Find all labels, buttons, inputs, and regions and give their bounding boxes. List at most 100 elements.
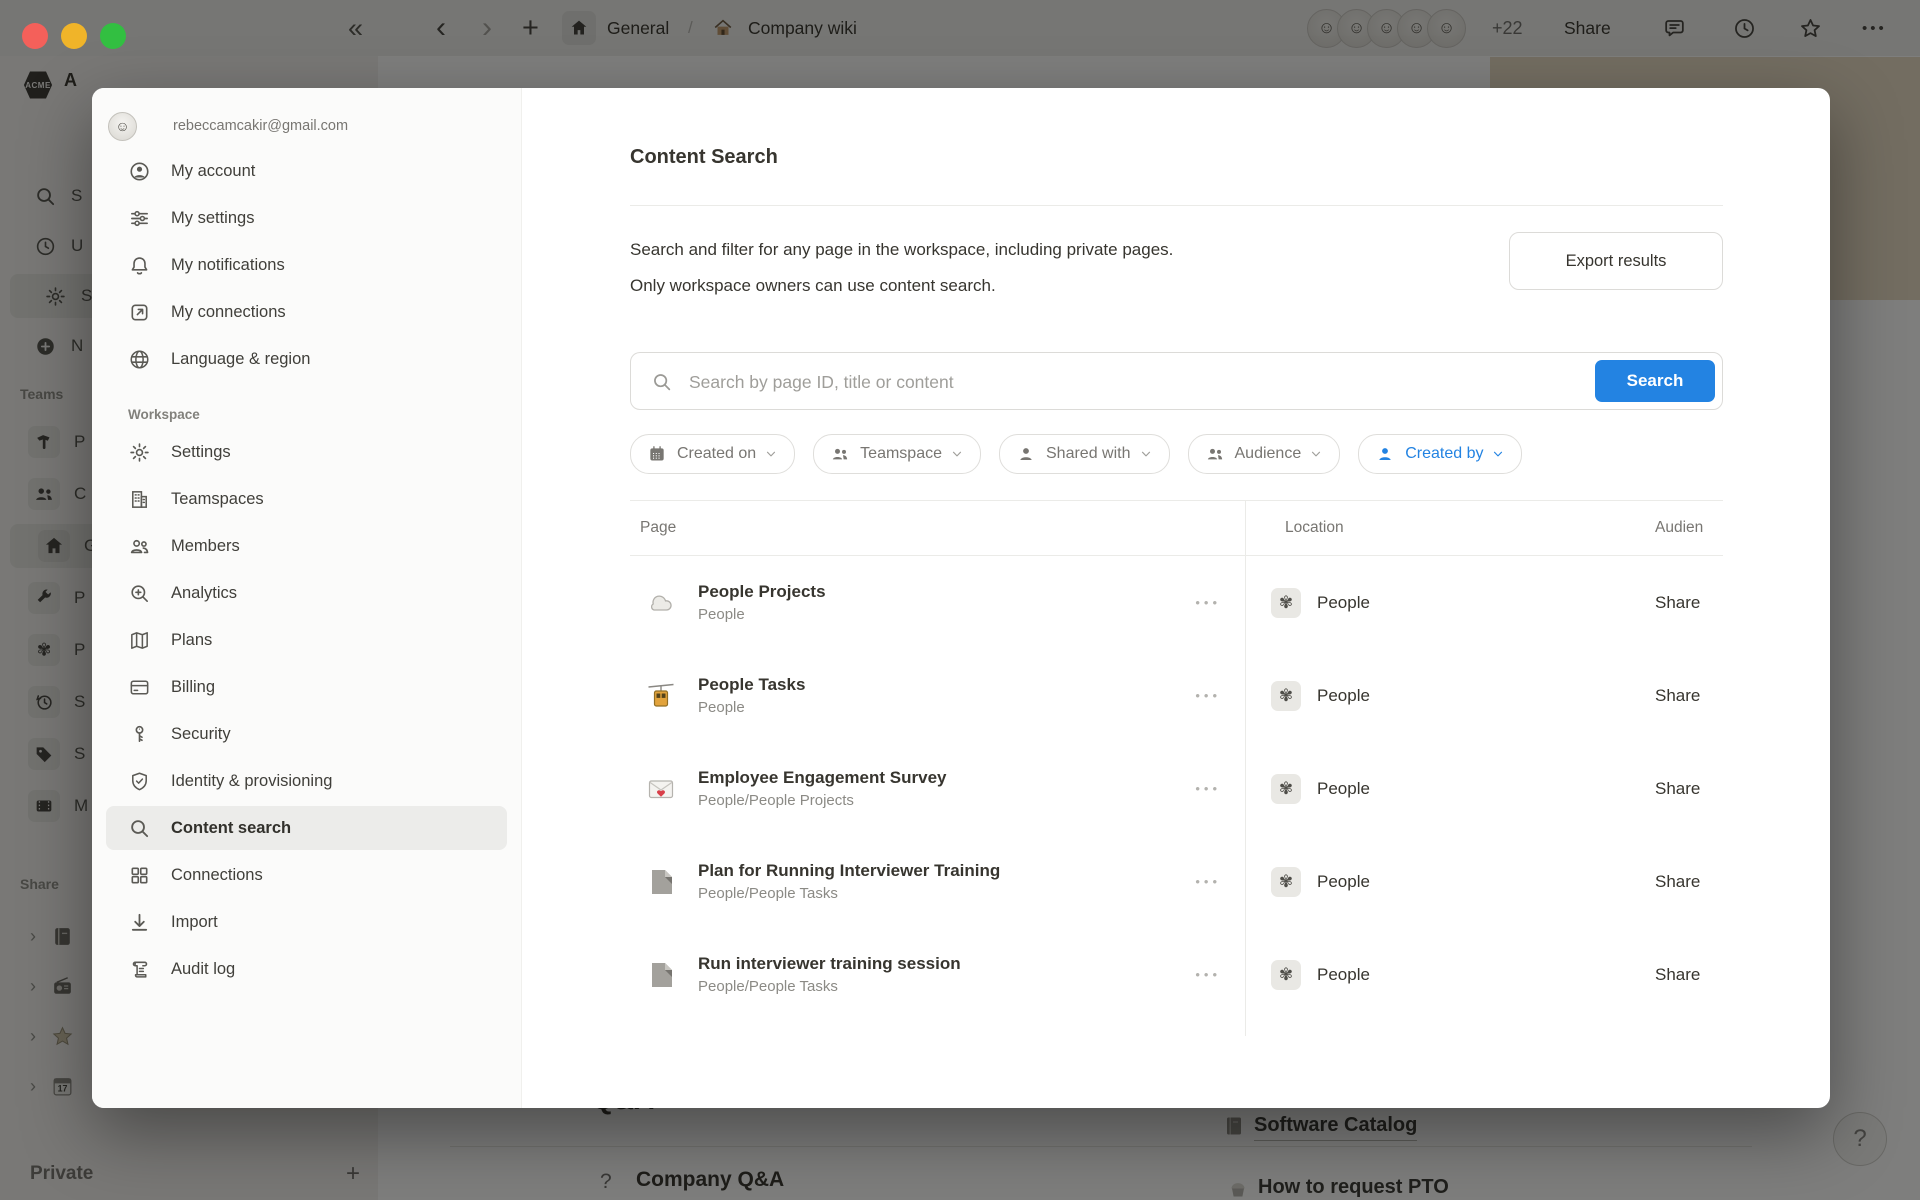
minimize-window-button[interactable] bbox=[61, 23, 87, 49]
settings-nav-item-label: Plans bbox=[171, 631, 212, 650]
filter-chip[interactable]: Created on bbox=[630, 434, 795, 474]
close-window-button[interactable] bbox=[22, 23, 48, 49]
filter-chip[interactable]: Shared with bbox=[999, 434, 1170, 474]
table-row[interactable]: Plan for Running Interviewer Training Pe… bbox=[630, 835, 1723, 928]
export-results-button[interactable]: Export results bbox=[1509, 232, 1723, 290]
settings-nav-item[interactable]: My settings bbox=[106, 196, 507, 240]
page-title-cell[interactable]: Plan for Running Interviewer Training bbox=[698, 861, 1000, 881]
settings-sidebar: ☺ rebeccamcakir@gmail.com My account My … bbox=[92, 88, 522, 1108]
page-title: Content Search bbox=[630, 146, 1723, 169]
search-input[interactable] bbox=[687, 354, 1591, 410]
column-header-location[interactable]: Location bbox=[1245, 519, 1640, 537]
chevron-down-icon bbox=[950, 447, 964, 461]
location-cell: ✾ People bbox=[1245, 588, 1640, 618]
settings-nav-item[interactable]: My account bbox=[106, 149, 507, 193]
teamspace-flower-icon: ✾ bbox=[1271, 867, 1301, 897]
page-cell: People Tasks People ••• bbox=[630, 649, 1245, 742]
page-icon bbox=[646, 867, 676, 897]
row-menu-icon[interactable]: ••• bbox=[1195, 781, 1221, 796]
row-menu-icon[interactable]: ••• bbox=[1195, 967, 1221, 982]
filter-chip[interactable]: Audience bbox=[1188, 434, 1341, 474]
page-cell: Run interviewer training session People/… bbox=[630, 928, 1245, 1021]
location-label: People bbox=[1317, 593, 1370, 613]
audience-cell: Share bbox=[1640, 965, 1723, 985]
content-search-panel: Content Search Search and filter for any… bbox=[522, 88, 1830, 1108]
settings-nav-item[interactable]: Content search bbox=[106, 806, 507, 850]
title-divider bbox=[630, 205, 1723, 206]
settings-nav-item-label: My account bbox=[171, 162, 255, 181]
location-cell: ✾ People bbox=[1245, 681, 1640, 711]
filter-chip[interactable]: Teamspace bbox=[813, 434, 981, 474]
page-title-cell[interactable]: Employee Engagement Survey bbox=[698, 768, 946, 788]
settings-nav-item[interactable]: Members bbox=[106, 524, 507, 568]
search-icon bbox=[651, 371, 673, 393]
location-label: People bbox=[1317, 779, 1370, 799]
search-box: Search bbox=[630, 352, 1723, 410]
settings-nav-item-label: Teamspaces bbox=[171, 490, 264, 509]
settings-nav-item-label: Connections bbox=[171, 866, 263, 885]
settings-nav-item-label: Language & region bbox=[171, 350, 310, 369]
chevron-down-icon bbox=[764, 447, 778, 461]
filter-chip-label: Teamspace bbox=[860, 445, 942, 463]
settings-nav-item[interactable]: Identity & provisioning bbox=[106, 759, 507, 803]
search-button[interactable]: Search bbox=[1595, 360, 1715, 402]
location-label: People bbox=[1317, 872, 1370, 892]
row-menu-icon[interactable]: ••• bbox=[1195, 595, 1221, 610]
teamspace-flower-icon: ✾ bbox=[1271, 681, 1301, 711]
settings-nav-item-label: Settings bbox=[171, 443, 231, 462]
filter-chips: Created on Teamspace Shared with Audienc… bbox=[630, 434, 1570, 474]
page-icon bbox=[646, 588, 676, 618]
audience-cell: Share bbox=[1640, 872, 1723, 892]
page-path: People bbox=[698, 699, 805, 716]
page-path: People/People Tasks bbox=[698, 978, 961, 995]
location-cell: ✾ People bbox=[1245, 867, 1640, 897]
settings-nav-item[interactable]: Connections bbox=[106, 853, 507, 897]
workspace-section-header: Workspace bbox=[128, 407, 521, 422]
settings-nav-item[interactable]: Billing bbox=[106, 665, 507, 709]
chevron-down-icon bbox=[1139, 447, 1153, 461]
filter-chip-label: Created on bbox=[677, 445, 756, 463]
settings-nav-item[interactable]: My connections bbox=[106, 290, 507, 334]
table-row[interactable]: Run interviewer training session People/… bbox=[630, 928, 1723, 1021]
user-avatar: ☺ bbox=[108, 112, 137, 141]
settings-nav-item[interactable]: Import bbox=[106, 900, 507, 944]
page-title-cell[interactable]: Run interviewer training session bbox=[698, 954, 961, 974]
table-row[interactable]: People Projects People ••• ✾ People Shar… bbox=[630, 556, 1723, 649]
column-header-page[interactable]: Page bbox=[630, 519, 1245, 537]
settings-nav-item[interactable]: Teamspaces bbox=[106, 477, 507, 521]
settings-nav-item[interactable]: Settings bbox=[106, 430, 507, 474]
filter-chip[interactable]: Created by bbox=[1358, 434, 1522, 474]
filter-chip-label: Shared with bbox=[1046, 445, 1131, 463]
column-divider bbox=[1245, 500, 1246, 1036]
column-header-audience[interactable]: Audien bbox=[1640, 519, 1723, 537]
table-row[interactable]: Employee Engagement Survey People/People… bbox=[630, 742, 1723, 835]
results-table: Page Location Audien People Projects Peo… bbox=[630, 500, 1723, 1021]
row-menu-icon[interactable]: ••• bbox=[1195, 688, 1221, 703]
settings-nav-item[interactable]: Language & region bbox=[106, 337, 507, 381]
settings-nav-item[interactable]: My notifications bbox=[106, 243, 507, 287]
page-description: Search and filter for any page in the wo… bbox=[630, 232, 1509, 304]
page-title-cell[interactable]: People Tasks bbox=[698, 675, 805, 695]
account-settings-nav: My account My settings My notifications … bbox=[92, 149, 521, 381]
description-line-2: Only workspace owners can use content se… bbox=[630, 268, 1509, 304]
teamspace-flower-icon: ✾ bbox=[1271, 588, 1301, 618]
page-cell: People Projects People ••• bbox=[630, 556, 1245, 649]
settings-nav-item-label: My settings bbox=[171, 209, 254, 228]
page-title-cell[interactable]: People Projects bbox=[698, 582, 826, 602]
description-line-1: Search and filter for any page in the wo… bbox=[630, 232, 1509, 268]
settings-nav-item-label: Import bbox=[171, 913, 218, 932]
settings-nav-item[interactable]: Audit log bbox=[106, 947, 507, 991]
settings-nav-item[interactable]: Security bbox=[106, 712, 507, 756]
zoom-window-button[interactable] bbox=[100, 23, 126, 49]
account-email-row: ☺ rebeccamcakir@gmail.com bbox=[108, 106, 521, 146]
teamspace-flower-icon: ✾ bbox=[1271, 960, 1301, 990]
page-cell: Plan for Running Interviewer Training Pe… bbox=[630, 835, 1245, 928]
row-menu-icon[interactable]: ••• bbox=[1195, 874, 1221, 889]
filter-chip-label: Created by bbox=[1405, 445, 1483, 463]
settings-nav-item[interactable]: Plans bbox=[106, 618, 507, 662]
settings-nav-item[interactable]: Analytics bbox=[106, 571, 507, 615]
audience-cell: Share bbox=[1640, 686, 1723, 706]
table-row[interactable]: People Tasks People ••• ✾ People Share bbox=[630, 649, 1723, 742]
location-cell: ✾ People bbox=[1245, 960, 1640, 990]
settings-nav-item-label: My connections bbox=[171, 303, 286, 322]
